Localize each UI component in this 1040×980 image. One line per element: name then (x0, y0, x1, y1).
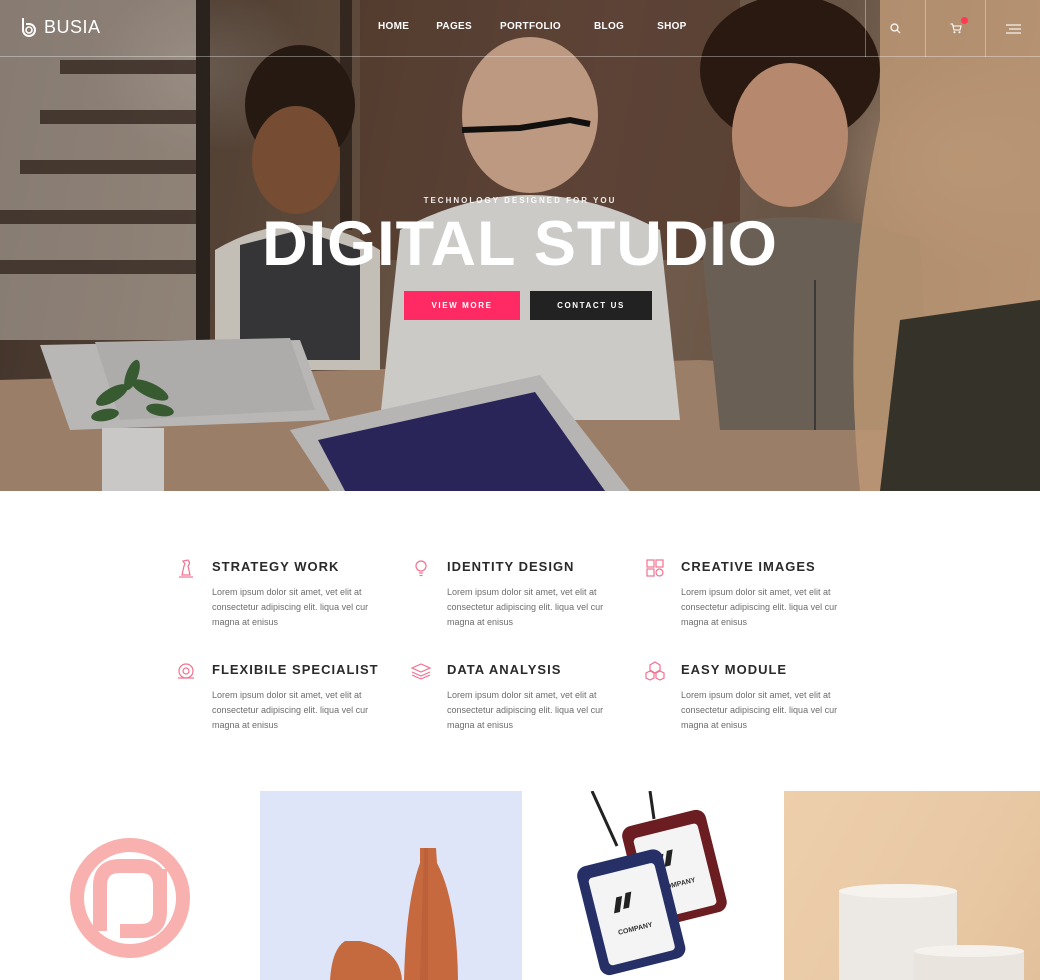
feature-text: Lorem ipsum dolor sit amet, vet elit at … (212, 690, 369, 730)
hero-tagline: TECHNOLOGY DESIGNED FOR YOU (423, 196, 617, 205)
menu-button[interactable] (985, 0, 1040, 57)
menu-icon (1005, 23, 1021, 34)
nav-item-pages[interactable]: PAGES (436, 21, 472, 32)
feature-text: Lorem ipsum dolor sit amet, vet elit at … (681, 690, 838, 730)
feature-title: STRATEGY WORK (212, 559, 340, 574)
feature-text: Lorem ipsum dolor sit amet, vet elit at … (681, 587, 838, 627)
brand-logo[interactable]: BUSIA (20, 16, 101, 38)
puzzle-icon (646, 559, 664, 577)
hero-section: BUSIA HOME PAGES PORTFOLIO BLOG SHOP TEC… (0, 0, 1040, 491)
portfolio-tile-vases[interactable] (260, 791, 522, 980)
search-icon (890, 23, 901, 34)
feature-text: Lorem ipsum dolor sit amet, vet elit at … (212, 587, 369, 627)
lightbulb-icon (415, 560, 427, 577)
chess-piece-icon (179, 559, 193, 578)
cart-icon (950, 23, 962, 34)
cart-button[interactable] (925, 0, 985, 57)
logo-mark-icon (22, 18, 36, 37)
portfolio-tile-podiums[interactable] (784, 791, 1040, 980)
feature-text: Lorem ipsum dolor sit amet, vet elit at … (447, 587, 604, 627)
nav-item-shop[interactable]: SHOP (657, 21, 687, 32)
id-badges-image: COMPANY COMPANY (577, 791, 727, 976)
cart-badge (961, 17, 968, 24)
contact-us-button[interactable]: CONTACT US (530, 291, 652, 320)
search-button[interactable] (865, 0, 925, 57)
podiums-image (839, 884, 1024, 980)
feature-title: CREATIVE IMAGES (681, 559, 816, 574)
cubes-icon (645, 661, 665, 681)
target-icon (178, 663, 194, 679)
feature-title: IDENTITY DESIGN (447, 559, 575, 574)
main-menu: HOME PAGES PORTFOLIO BLOG SHOP (378, 21, 687, 32)
nav-item-home[interactable]: HOME (378, 21, 409, 32)
nav-item-blog[interactable]: BLOG (594, 21, 624, 32)
top-navigation: BUSIA HOME PAGES PORTFOLIO BLOG SHOP (0, 0, 1040, 57)
brand-name: BUSIA (44, 16, 101, 37)
feature-text: Lorem ipsum dolor sit amet, vet elit at … (447, 690, 604, 730)
feature-title: DATA ANALYSIS (447, 662, 562, 677)
feature-title: FLEXIBILE SPECIALIST (212, 662, 379, 677)
portfolio-tile-id-cards[interactable]: COMPANY COMPANY (522, 791, 784, 980)
vases-image (330, 848, 458, 980)
nav-item-portfolio[interactable]: PORTFOLIO (500, 21, 561, 32)
feature-title: EASY MODULE (681, 662, 788, 677)
layers-icon (410, 663, 432, 680)
view-more-button[interactable]: VIEW MORE (404, 291, 520, 320)
portfolio-tile-logo[interactable] (0, 791, 260, 980)
hero-headline: DIGITAL STUDIO (262, 209, 778, 279)
brand-monogram-icon (70, 838, 190, 958)
